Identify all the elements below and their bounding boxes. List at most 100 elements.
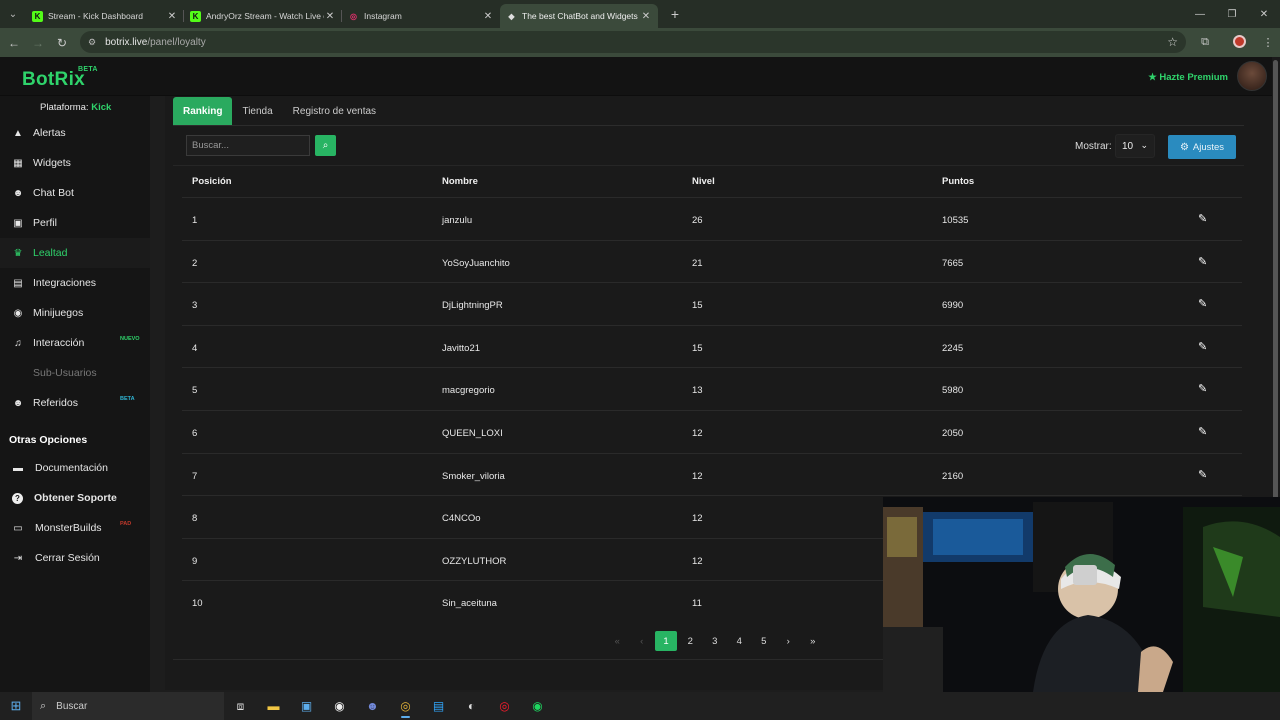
browser-tab-strip: ⌄ K Stream - Kick Dashboard ✕ K AndryOrz Str… xyxy=(0,0,1280,28)
platform-value: Kick xyxy=(91,102,112,113)
discord-icon[interactable]: ☻ xyxy=(356,692,389,720)
close-tab-icon[interactable]: ✕ xyxy=(166,11,178,22)
edit-icon[interactable]: ✎ xyxy=(1198,297,1207,310)
sidebar-option-cerrar-sesi-n[interactable]: ⇥ Cerrar Sesión xyxy=(0,543,150,573)
cell-level: 21 xyxy=(692,257,703,269)
address-bar[interactable]: ⚙ botrix.live/panel/loyalty ☆ xyxy=(80,31,1186,53)
back-icon[interactable]: ← xyxy=(2,31,26,55)
sidebar-option-documentaci-n[interactable]: ▬ Documentación xyxy=(0,453,150,483)
loyalty-tabs: Ranking Tienda Registro de ventas xyxy=(173,96,386,126)
platform-indicator: Plataforma: Kick xyxy=(40,102,111,113)
next-page-icon[interactable]: › xyxy=(776,631,801,651)
sidebar-option-monsterbuilds[interactable]: ▭ MonsterBuilds PAD xyxy=(0,513,150,543)
table-row: 3 DjLightningPR 15 6990 ✎ xyxy=(182,282,1242,324)
profile-icon[interactable] xyxy=(1222,34,1256,51)
sidebar-item-perfil[interactable]: ▣ Perfil xyxy=(0,208,150,238)
obs-icon[interactable]: ◉ xyxy=(323,692,356,720)
page-1-button[interactable]: 1 xyxy=(655,631,677,651)
close-tab-icon[interactable]: ✕ xyxy=(482,11,494,22)
tab-title: Instagram xyxy=(364,11,402,21)
restore-icon[interactable]: ❐ xyxy=(1216,0,1248,28)
sidebar-option-obtener-soporte[interactable]: ? Obtener Soporte xyxy=(0,483,150,513)
close-tab-icon[interactable]: ✕ xyxy=(324,11,336,22)
edit-icon[interactable]: ✎ xyxy=(1198,382,1207,395)
botrix-logo[interactable]: BotRix BETA xyxy=(22,66,97,91)
page-4-button[interactable]: 4 xyxy=(727,631,752,651)
sidebar-item-integraciones[interactable]: ▤ Integraciones xyxy=(0,268,150,298)
sidebar-item-alertas[interactable]: ▲ Alertas xyxy=(0,118,150,148)
sidebar-item-lealtad[interactable]: ♛ Lealtad xyxy=(0,238,150,268)
search-button[interactable]: ⌕ xyxy=(315,135,336,156)
taskbar-search[interactable]: ⌕ Buscar xyxy=(32,692,224,720)
sidebar-item-minijuegos[interactable]: ◉ Minijuegos xyxy=(0,298,150,328)
close-tab-icon[interactable]: ✕ xyxy=(640,11,652,22)
cell-points: 10535 xyxy=(942,215,969,226)
book-icon: ▬ xyxy=(13,462,23,474)
task-view-icon[interactable]: ⧈ xyxy=(224,692,257,720)
tab-registro-de-ventas[interactable]: Registro de ventas xyxy=(283,97,386,126)
show-count-select[interactable]: 10 ⌄ xyxy=(1115,134,1155,158)
question-icon: ? xyxy=(12,492,23,504)
photoshop-icon[interactable]: ▤ xyxy=(422,692,455,720)
site-info-icon[interactable]: ⚙ xyxy=(88,37,96,48)
sidebar-item-interacci-n[interactable]: ♫ Interacción NUEVO xyxy=(0,328,150,358)
search-input[interactable]: Buscar... xyxy=(186,135,310,156)
cell-points: 2245 xyxy=(942,342,964,354)
premium-button[interactable]: ★ Hazte Premium xyxy=(1148,72,1228,83)
scrollbar-thumb[interactable] xyxy=(1273,60,1278,500)
edit-icon[interactable]: ✎ xyxy=(1198,425,1207,438)
show-label: Mostrar: xyxy=(1075,141,1112,152)
cell-position: 5 xyxy=(192,385,198,397)
server-icon: ▤ xyxy=(13,277,23,289)
browser-tab[interactable]: K Stream - Kick Dashboard ✕ xyxy=(26,4,184,28)
cell-position: 3 xyxy=(192,300,198,312)
table-row: 5 macgregorio 13 5980 ✎ xyxy=(182,367,1242,409)
page-3-button[interactable]: 3 xyxy=(703,631,728,651)
new-tab-button[interactable]: + xyxy=(664,3,686,25)
browser-tab[interactable]: ◆ The best ChatBot and Widgets f ✕ xyxy=(500,4,658,28)
edit-icon[interactable]: ✎ xyxy=(1198,340,1207,353)
column-name[interactable]: Nombre xyxy=(442,176,478,187)
sidebar-item-sub-usuarios: Sub-Usuarios xyxy=(0,358,150,388)
sidebar-option-label: Cerrar Sesión xyxy=(35,552,100,564)
gamepad-icon: ◉ xyxy=(13,307,23,319)
app-icon[interactable]: ◐ xyxy=(455,692,488,720)
windows-start-icon[interactable]: ⊞ xyxy=(0,692,32,720)
tab-tienda[interactable]: Tienda xyxy=(232,97,282,126)
close-window-icon[interactable]: ✕ xyxy=(1248,0,1280,28)
column-position[interactable]: Posición xyxy=(192,176,232,187)
last-page-icon[interactable]: » xyxy=(801,631,826,651)
edit-icon[interactable]: ✎ xyxy=(1198,468,1207,481)
sidebar-item-widgets[interactable]: ▦ Widgets xyxy=(0,148,150,178)
settings-button[interactable]: ⚙ Ajustes xyxy=(1168,135,1236,159)
user-avatar[interactable] xyxy=(1237,61,1267,91)
spotify-icon[interactable]: ◉ xyxy=(521,692,554,720)
browser-menu-icon[interactable]: ⋮ xyxy=(1256,36,1280,49)
sidebar-item-referidos[interactable]: ☻ Referidos BETA xyxy=(0,388,150,418)
sidebar-item-label: Widgets xyxy=(33,157,71,169)
page-2-button[interactable]: 2 xyxy=(678,631,703,651)
forward-icon[interactable]: → xyxy=(26,31,50,55)
sidebar-item-label: Sub-Usuarios xyxy=(33,367,97,379)
browser-tab[interactable]: ◎ Instagram ✕ xyxy=(342,4,500,28)
opera-icon[interactable]: ◎ xyxy=(488,692,521,720)
extensions-icon[interactable]: ⧉ xyxy=(1188,36,1222,49)
cell-level: 11 xyxy=(692,598,702,610)
cell-name: OZZYLUTHOR xyxy=(442,555,507,567)
browser-tab[interactable]: K AndryOrz Stream - Watch Live o ✕ xyxy=(184,4,342,28)
tab-search-icon[interactable]: ⌄ xyxy=(0,0,26,28)
sidebar-option-label: Documentación xyxy=(35,462,108,474)
column-level[interactable]: Nivel xyxy=(692,176,715,187)
column-points[interactable]: Puntos xyxy=(942,176,974,187)
edit-icon[interactable]: ✎ xyxy=(1198,255,1207,268)
sidebar-item-chat-bot[interactable]: ☻ Chat Bot xyxy=(0,178,150,208)
reload-icon[interactable]: ↻ xyxy=(50,31,74,55)
page-5-button[interactable]: 5 xyxy=(752,631,777,651)
tab-ranking[interactable]: Ranking xyxy=(173,97,233,126)
minimize-icon[interactable]: — xyxy=(1184,0,1216,28)
chrome-icon[interactable]: ◎ xyxy=(389,692,422,720)
edit-icon[interactable]: ✎ xyxy=(1198,212,1207,225)
file-explorer-icon[interactable]: ▬ xyxy=(257,692,290,720)
bookmark-star-icon[interactable]: ☆ xyxy=(1167,35,1178,49)
store-icon[interactable]: ▣ xyxy=(290,692,323,720)
